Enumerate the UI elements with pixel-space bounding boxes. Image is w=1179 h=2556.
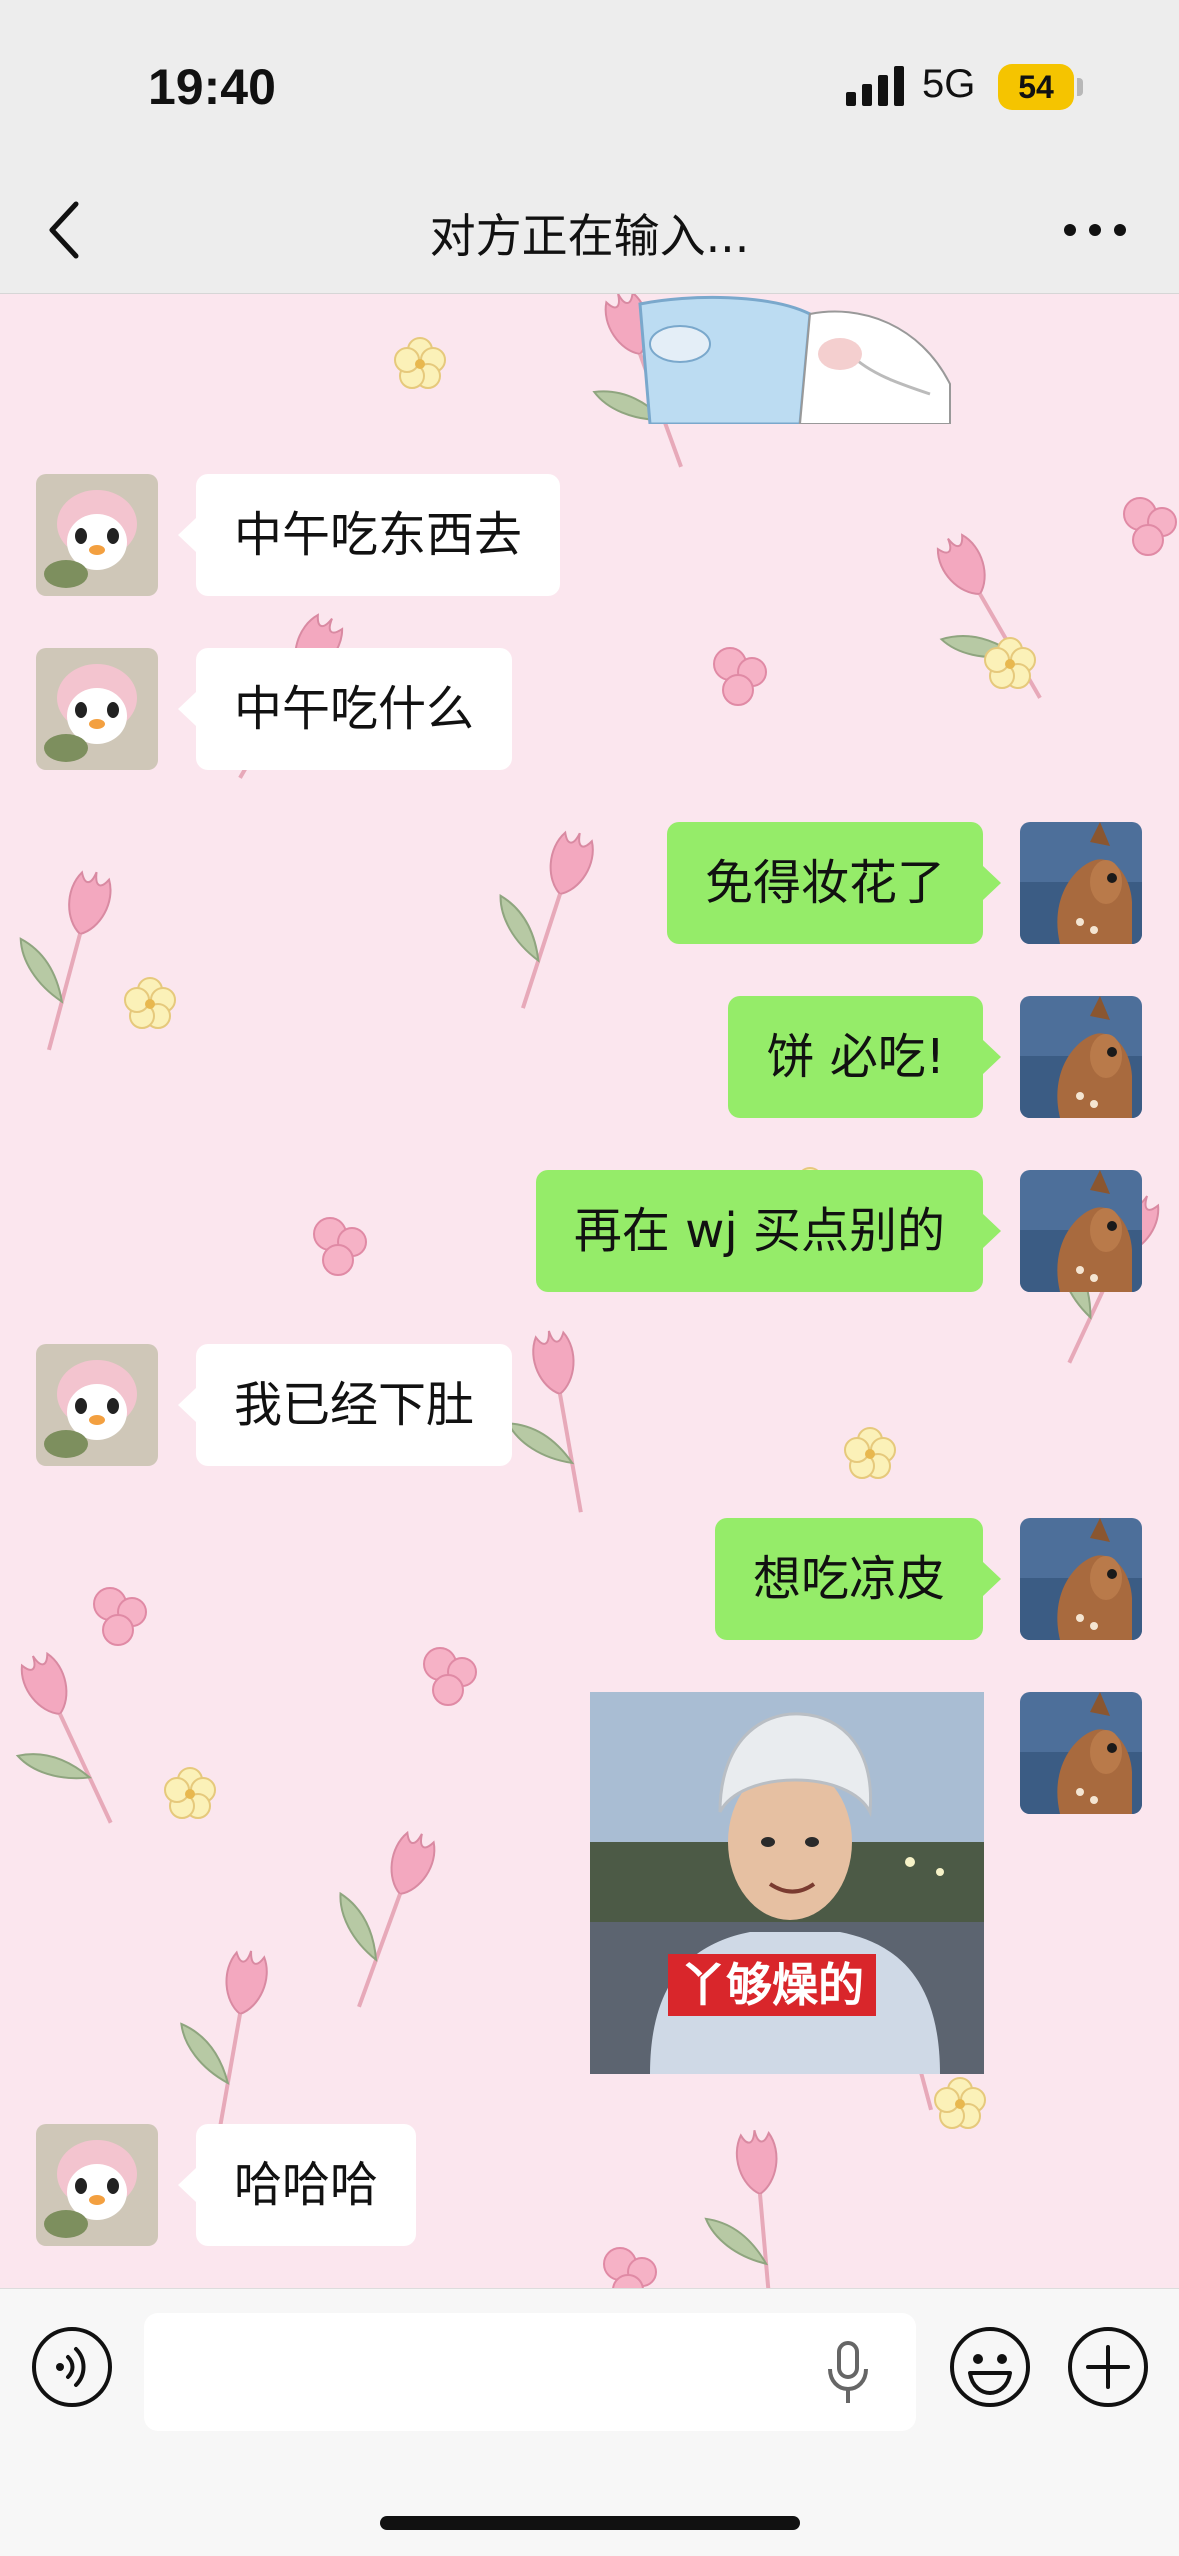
nav-bar: 对方正在输入... bbox=[0, 170, 1179, 294]
message-row: 中午吃东西去 bbox=[0, 474, 1179, 598]
message-row: 我已经下肚 bbox=[0, 1344, 1179, 1468]
message-bubble[interactable]: 再在 wj 买点别的 bbox=[535, 1170, 1002, 1292]
message-bubble[interactable]: 想吃凉皮 bbox=[714, 1518, 1002, 1640]
network-label: 5G bbox=[922, 62, 976, 106]
sticker-caption: 丫够燥的 bbox=[668, 1954, 876, 2016]
message-row: 再在 wj 买点别的 bbox=[0, 1170, 1179, 1294]
microphone-icon[interactable] bbox=[826, 2341, 870, 2405]
message-row: 哈哈哈 bbox=[0, 2124, 1179, 2248]
friend-avatar[interactable] bbox=[36, 2124, 158, 2246]
chat-title: 对方正在输入... bbox=[429, 209, 750, 263]
emoji-icon[interactable] bbox=[948, 2325, 1032, 2409]
friend-avatar[interactable] bbox=[36, 648, 158, 770]
signal-bars-icon bbox=[846, 66, 904, 106]
my-avatar[interactable] bbox=[1020, 1170, 1142, 1292]
chat-area[interactable]: 中午吃东西去 中午吃什么 免得妆花了 饼 必吃! 再在 wj 买点别的 我已经下… bbox=[0, 294, 1179, 2288]
friend-avatar[interactable] bbox=[36, 474, 158, 596]
my-avatar[interactable] bbox=[1020, 996, 1142, 1118]
battery-tip bbox=[1077, 78, 1083, 96]
message-input[interactable] bbox=[144, 2313, 916, 2431]
message-row: 免得妆花了 bbox=[0, 822, 1179, 946]
sticker-image bbox=[590, 1692, 984, 2074]
message-bubble[interactable]: 饼 必吃! bbox=[728, 996, 1001, 1118]
message-bubble[interactable]: 中午吃东西去 bbox=[177, 474, 561, 596]
message-row: 想吃凉皮 bbox=[0, 1518, 1179, 1642]
message-bubble[interactable]: 免得妆花了 bbox=[666, 822, 1002, 944]
message-row: 饼 必吃! bbox=[0, 996, 1179, 1120]
voice-icon[interactable] bbox=[30, 2325, 114, 2409]
status-time: 19:40 bbox=[148, 59, 276, 115]
home-indicator[interactable] bbox=[380, 2516, 800, 2530]
more-horizontal-icon[interactable] bbox=[1060, 210, 1130, 250]
battery-indicator: 54 bbox=[998, 64, 1074, 110]
my-avatar[interactable] bbox=[1020, 822, 1142, 944]
plus-circle-icon[interactable] bbox=[1066, 2325, 1150, 2409]
sticker-message[interactable]: 丫够燥的 bbox=[590, 1692, 984, 2074]
my-avatar[interactable] bbox=[1020, 1692, 1142, 1814]
my-avatar[interactable] bbox=[1020, 1518, 1142, 1640]
status-bar: 19:40 5G 54 bbox=[0, 0, 1179, 170]
message-bubble[interactable]: 哈哈哈 bbox=[177, 2124, 417, 2246]
message-row: 中午吃什么 bbox=[0, 648, 1179, 772]
friend-avatar[interactable] bbox=[36, 1344, 158, 1466]
battery-level: 54 bbox=[1018, 69, 1054, 105]
message-bubble[interactable]: 中午吃什么 bbox=[177, 648, 513, 770]
top-sticker-image[interactable] bbox=[630, 294, 970, 424]
message-bubble[interactable]: 我已经下肚 bbox=[177, 1344, 513, 1466]
